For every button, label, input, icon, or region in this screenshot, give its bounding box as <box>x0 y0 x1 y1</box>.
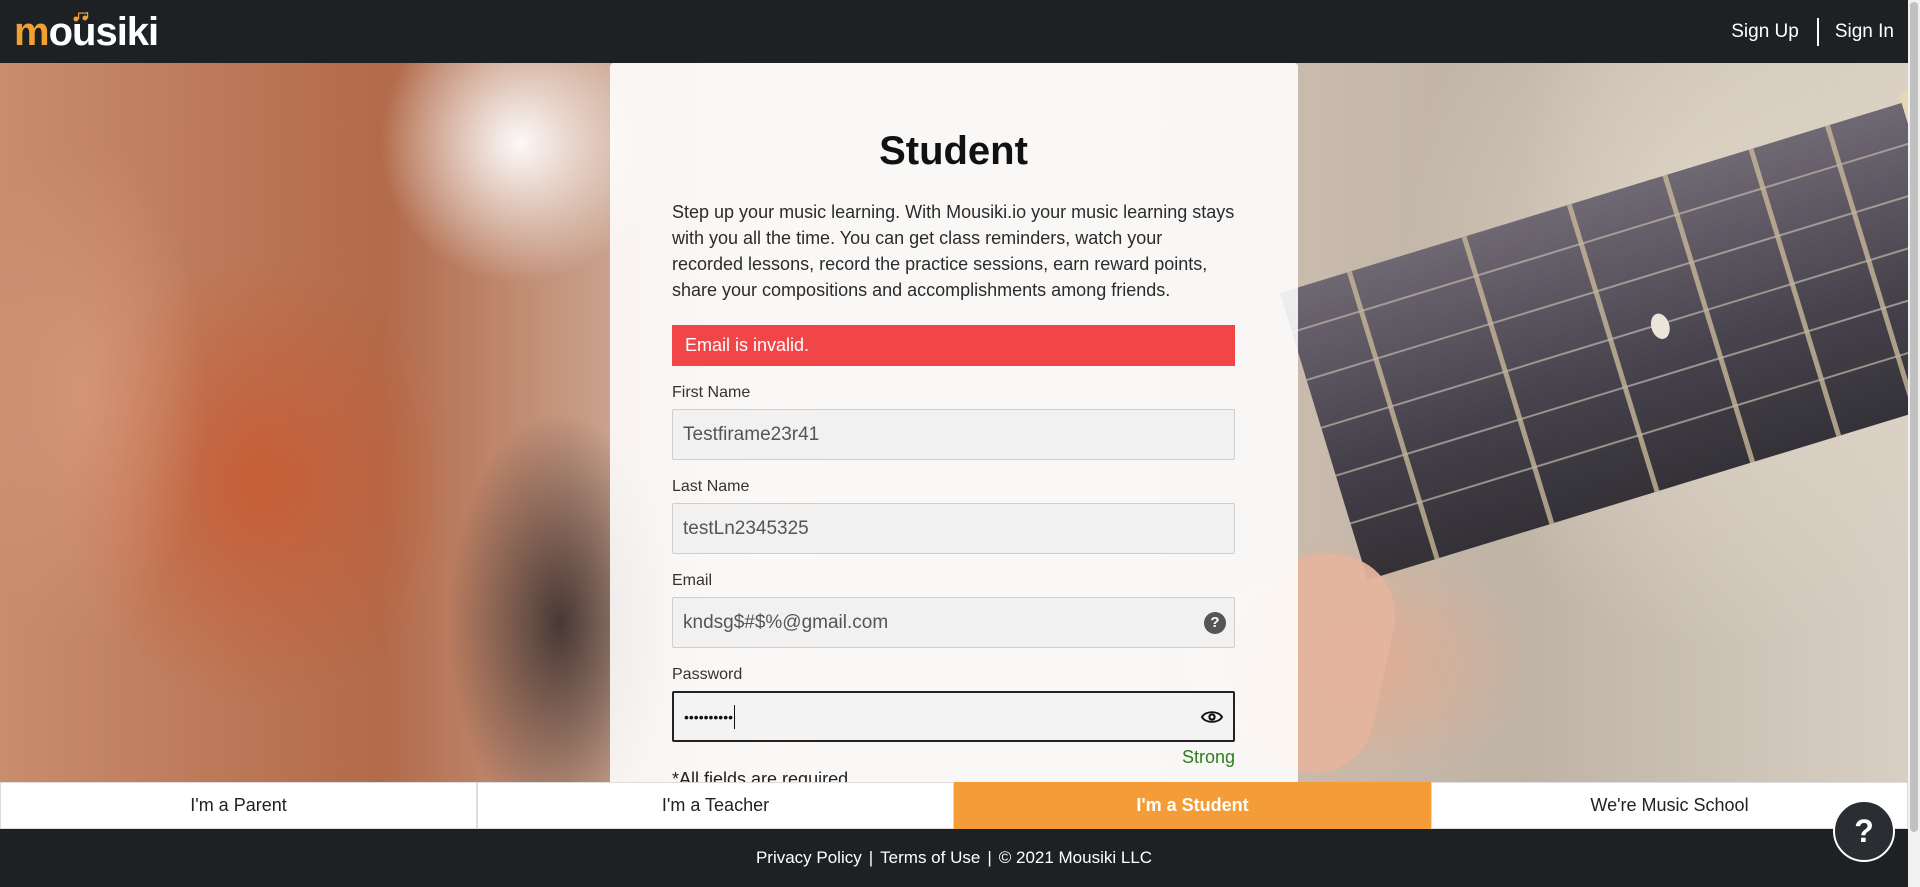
tab-parent[interactable]: I'm a Parent <box>0 782 477 829</box>
footer-separator: | <box>868 848 874 867</box>
page-scrollbar[interactable] <box>1908 0 1920 887</box>
password-value: •••••••••• <box>684 708 734 725</box>
logo-letter-m: m <box>14 9 50 54</box>
password-strength: Strong <box>1181 747 1235 767</box>
first-name-label: First Name <box>672 384 751 401</box>
sign-up-link[interactable]: Sign Up <box>1731 21 1799 43</box>
copyright-text: © 2021 Mousiki LLC <box>998 848 1153 867</box>
mousiki-logo[interactable]: m ousiki <box>14 9 160 54</box>
top-navbar: m ousiki Sign Up Sign In <box>0 0 1908 63</box>
guitar-fretboard <box>1280 75 1908 580</box>
first-name-value: Testfirame23r41 <box>683 423 820 445</box>
question-circle-icon[interactable]: ? <box>1204 612 1226 634</box>
auth-links: Sign Up Sign In <box>1731 17 1894 46</box>
footer: Privacy Policy | Terms of Use | © 2021 M… <box>0 829 1908 887</box>
signup-card: Student Step up your music learning. Wit… <box>610 63 1298 789</box>
email-field[interactable]: kndsg$#$%@gmail.com ? <box>672 597 1235 648</box>
role-description: Step up your music learning. With Mousik… <box>672 202 1235 300</box>
music-notes-icon <box>73 11 89 21</box>
tab-student[interactable]: I'm a Student <box>954 782 1431 829</box>
page-title: Student <box>879 129 1028 173</box>
password-field[interactable]: •••••••••• <box>672 691 1235 742</box>
footer-separator: | <box>987 848 992 867</box>
first-name-field[interactable]: Testfirame23r41 <box>672 409 1235 460</box>
error-alert: Email is invalid. <box>672 325 1235 366</box>
email-label: Email <box>672 572 713 589</box>
last-name-value: testLn2345325 <box>683 517 809 539</box>
scrollbar-thumb[interactable] <box>1910 2 1918 832</box>
last-name-label: Last Name <box>672 478 750 495</box>
tab-teacher[interactable]: I'm a Teacher <box>477 782 954 829</box>
text-caret <box>734 704 736 729</box>
logo-wordmark: ousiki <box>48 9 160 54</box>
sign-in-link[interactable]: Sign In <box>1835 21 1894 43</box>
last-name-field[interactable]: testLn2345325 <box>672 503 1235 554</box>
role-tabs: I'm a Parent I'm a Teacher I'm a Student… <box>0 782 1908 829</box>
email-value: kndsg$#$%@gmail.com <box>683 611 889 633</box>
terms-of-use-link[interactable]: Terms of Use <box>880 848 980 868</box>
eye-icon[interactable] <box>1201 708 1223 726</box>
password-label: Password <box>672 666 743 683</box>
auth-divider <box>1816 17 1819 46</box>
privacy-policy-link[interactable]: Privacy Policy <box>756 848 862 868</box>
help-chat-button[interactable]: ? <box>1833 800 1895 862</box>
